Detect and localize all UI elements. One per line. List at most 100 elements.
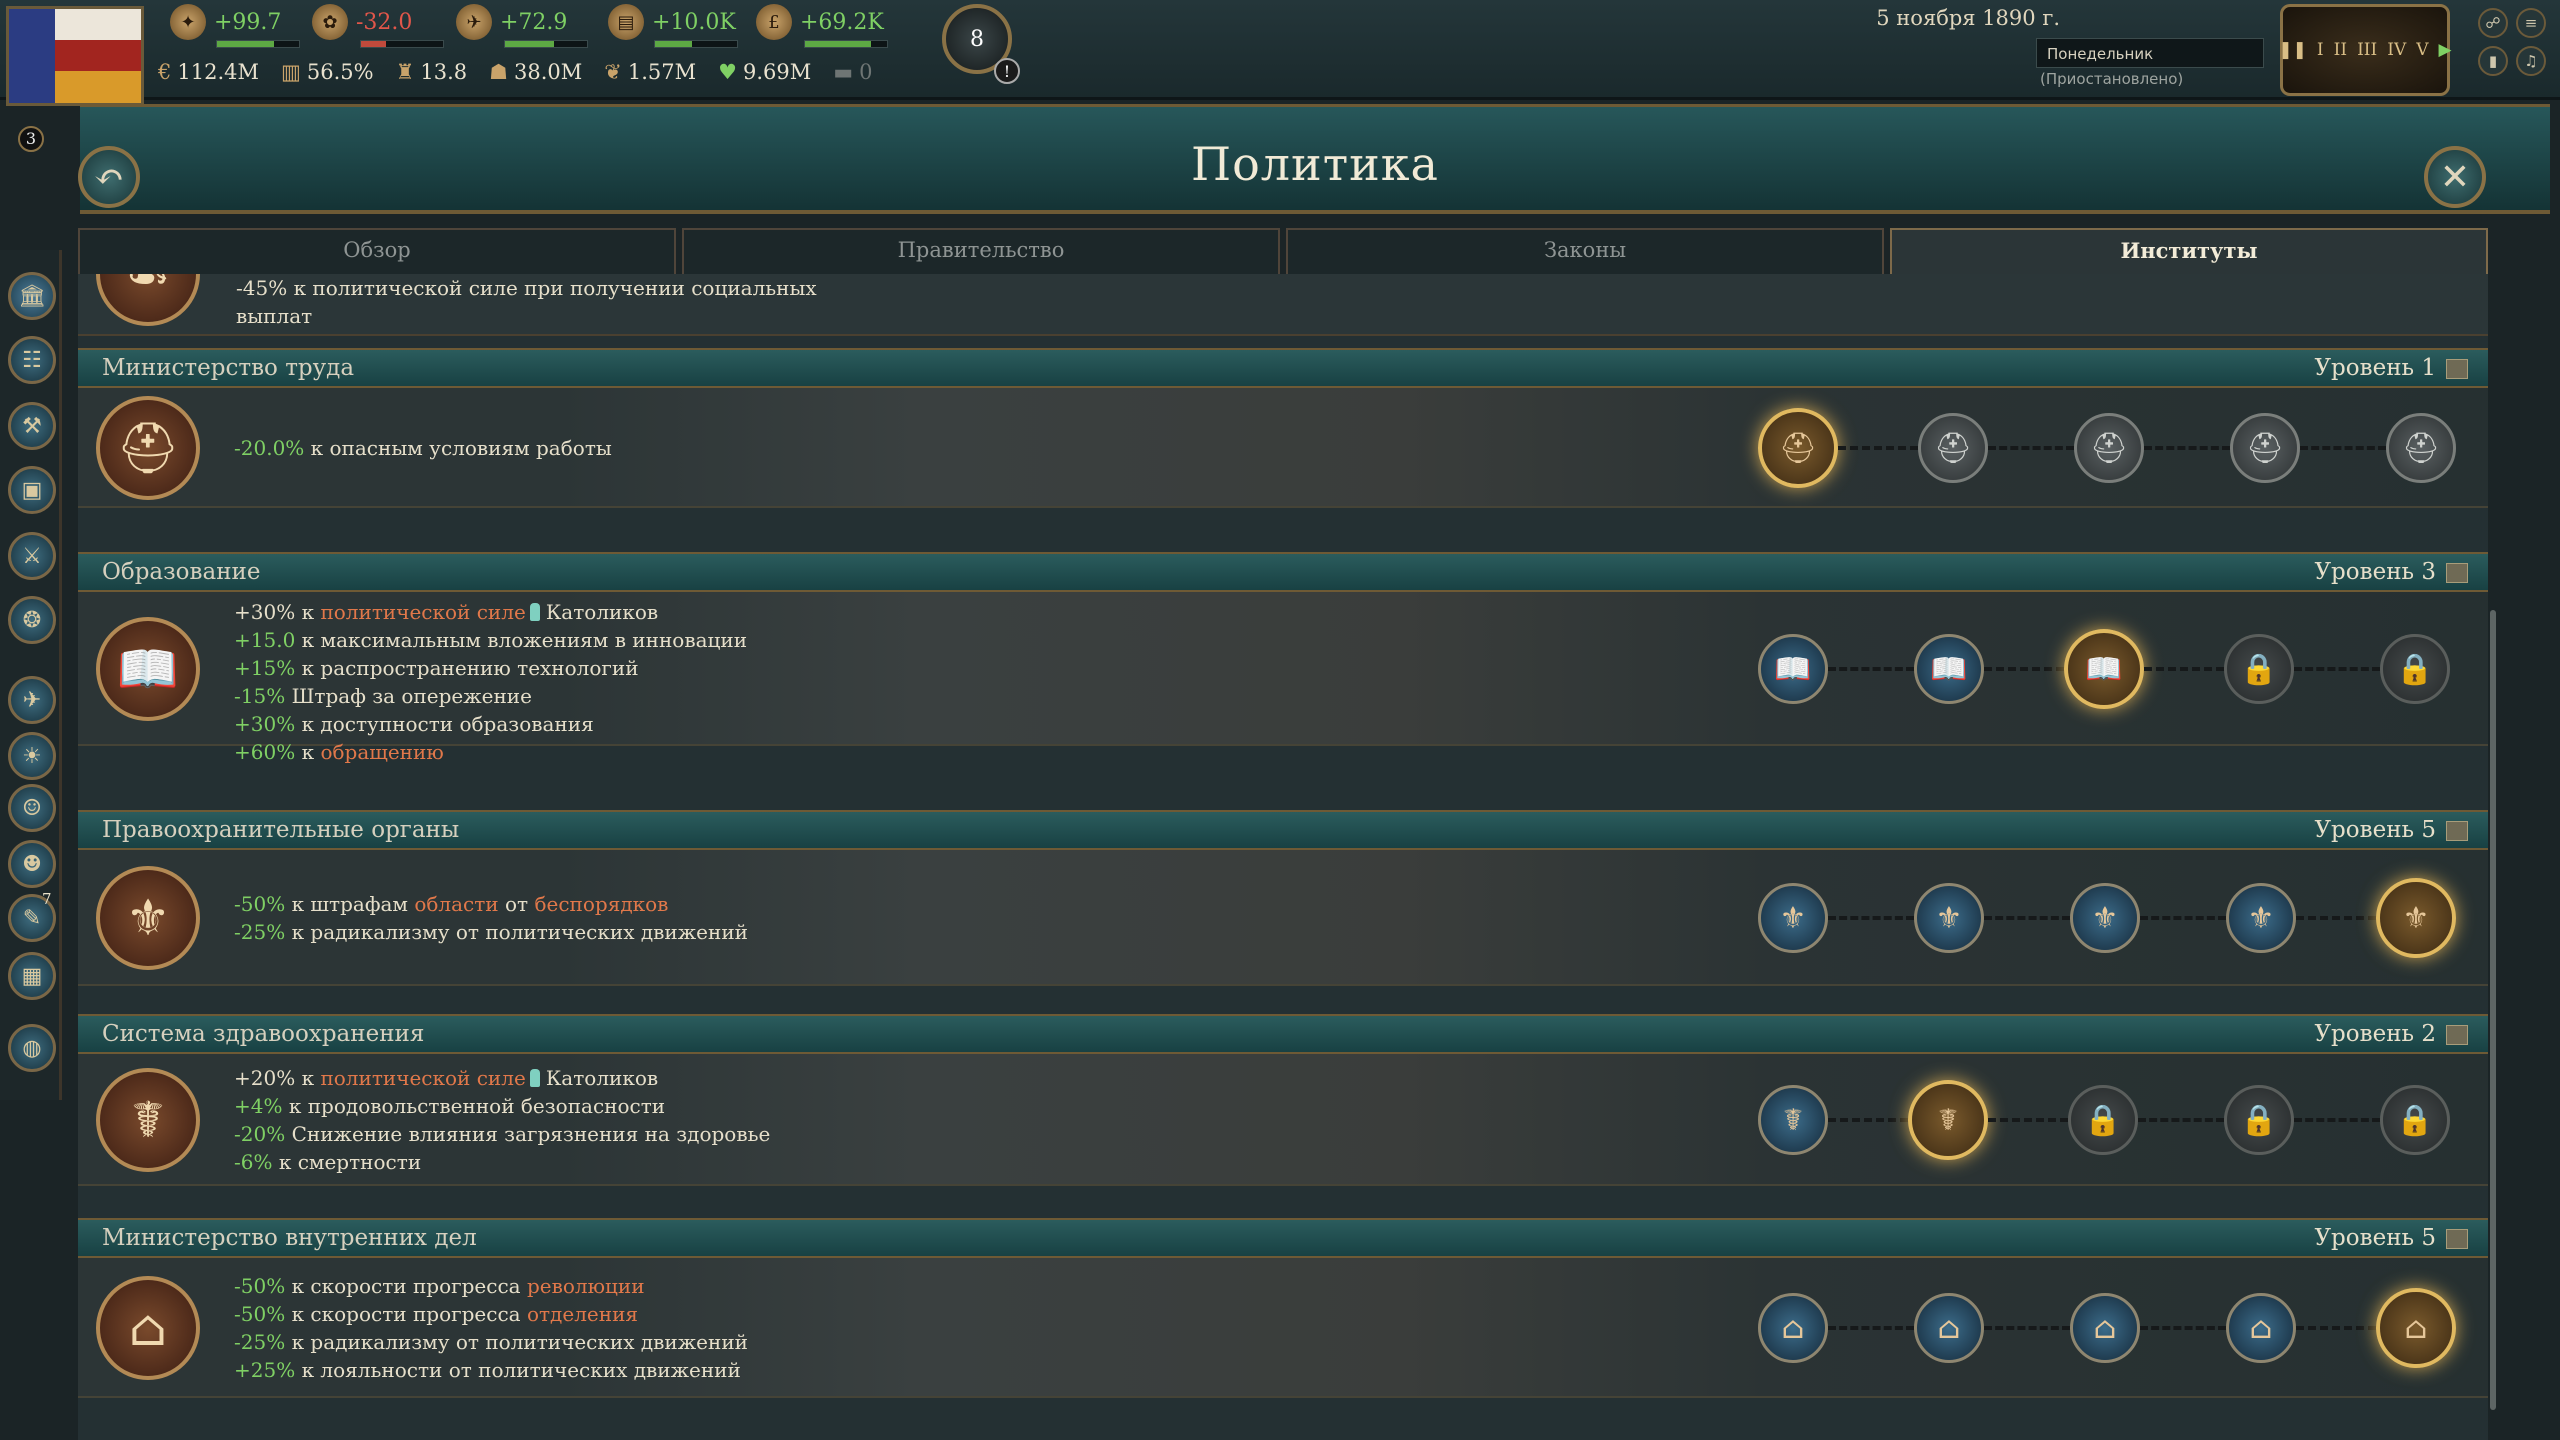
level-button-4[interactable]: ⌂ (2226, 1293, 2296, 1363)
effect-text: +30% (234, 600, 296, 624)
level-button-4[interactable]: ⛑ (2230, 413, 2300, 483)
effect-text: +15.0 (234, 628, 296, 652)
military-icon[interactable]: ⚔ (8, 532, 56, 580)
incorporated-stat[interactable]: ❦ 1.57M (604, 60, 696, 84)
partial-institution-card: ☙ -45% к политической силе при получении… (78, 274, 2488, 336)
level-chart-icon[interactable] (2446, 1025, 2468, 1045)
level-button-1[interactable]: 📖 (1758, 634, 1828, 704)
radicals-stat[interactable]: ▬ 0 (833, 60, 872, 84)
level-chart-icon[interactable] (2446, 359, 2468, 379)
outliner-icon[interactable]: ☍ (2478, 8, 2508, 38)
people-icon[interactable]: ☻ (8, 840, 56, 888)
lock-icon[interactable]: 🔒 (2068, 1085, 2138, 1155)
level-button-5[interactable]: ⌂ (2376, 1288, 2456, 1368)
population-stat[interactable]: ☗ 38.0M (489, 60, 582, 84)
level-button-3[interactable]: ⚜ (2070, 883, 2140, 953)
resource-treasury[interactable]: ▤ +10.0K (608, 4, 736, 40)
politics-icon[interactable]: 🏛 (8, 272, 56, 320)
influence-bar (504, 40, 588, 48)
level-button-2[interactable]: 📖 (1914, 634, 1984, 704)
lock-icon[interactable]: 🔒 (2224, 634, 2294, 704)
level-button-1[interactable]: ⛑ (1758, 408, 1838, 488)
level-button-2[interactable]: ☤ (1908, 1080, 1988, 1160)
level-connector (2144, 667, 2224, 671)
loyalists-stat[interactable]: ♥ 9.69M (718, 60, 811, 84)
effect-text: +60% (234, 740, 296, 764)
country-flag[interactable] (6, 6, 144, 106)
tab-institutions[interactable]: Институты (1890, 228, 2488, 274)
pop-type-icon (529, 603, 540, 621)
close-button[interactable]: ✕ (2424, 146, 2486, 208)
institutions-list[interactable]: ☙ -45% к политической силе при получении… (78, 274, 2488, 1440)
level-button-4[interactable]: ⚜ (2226, 883, 2296, 953)
lock-icon[interactable]: 🔒 (2380, 634, 2450, 704)
tab-overview[interactable]: Обзор (78, 228, 676, 274)
level-connector (2140, 916, 2226, 920)
level-button-2[interactable]: ⚜ (1914, 883, 1984, 953)
literacy-stat[interactable]: ▥ 56.5% (281, 60, 374, 84)
level-button-5[interactable]: ⚜ (2376, 878, 2456, 958)
journal-badge: 7 (42, 890, 52, 908)
effect-text: Католиков (545, 600, 659, 624)
effect-text: от (498, 892, 535, 916)
budget-icon[interactable]: ▦ (8, 952, 56, 1000)
effect-text: к распространению технологий (295, 656, 639, 680)
diplomacy-icon[interactable]: ☷ (8, 336, 56, 384)
resource-bureaucracy[interactable]: ✿ -32.0 (312, 4, 412, 40)
level-track: ⛑ ⛑ ⛑ ⛑ ⛑ (1758, 408, 2456, 488)
game-date: 5 ноября 1890 г. (1876, 6, 2060, 30)
map-globe-icon[interactable]: ◍ (8, 1024, 56, 1072)
speed-control[interactable]: ❚❚ I II III IV V ▶ (2278, 4, 2452, 96)
tab-laws[interactable]: Законы (1286, 228, 1884, 274)
level-button-1[interactable]: ☤ (1758, 1085, 1828, 1155)
institution-body: ⌂ -50% к скорости прогресса революции -50%… (78, 1258, 2488, 1398)
level-button-5[interactable]: ⛑ (2386, 413, 2456, 483)
level-button-3[interactable]: ⌂ (2070, 1293, 2140, 1363)
pause-icon[interactable]: ❚❚ (2278, 40, 2307, 60)
level-chart-icon[interactable] (2446, 821, 2468, 841)
level-button-3[interactable]: 📖 (2064, 629, 2144, 709)
resource-influence[interactable]: ✈ +72.9 (456, 4, 567, 40)
institution-body: ⛑ -20.0% к опасным условиям работы ⛑ ⛑ ⛑ ⛑ ⛑ (78, 388, 2488, 508)
lock-icon[interactable]: 🔒 (2224, 1085, 2294, 1155)
level-chart-icon[interactable] (2446, 1229, 2468, 1249)
level-connector (1988, 1118, 2068, 1122)
literacy-icon: ▥ (281, 60, 301, 84)
scrollbar[interactable] (2490, 610, 2496, 1410)
level-button-2[interactable]: ⌂ (1914, 1293, 1984, 1363)
level-button-2[interactable]: ⛑ (1918, 413, 1988, 483)
effect-line: -6% к смертности (234, 1148, 770, 1176)
industry-icon[interactable]: ⚒ (8, 402, 56, 450)
bureaucracy-bar (360, 40, 444, 48)
lock-icon[interactable]: 🔒 (2380, 1085, 2450, 1155)
effect-line: +25% к лояльности от политических движен… (234, 1356, 748, 1384)
society-icon[interactable]: ❂ (8, 596, 56, 644)
effect-line: +15% к распространению технологий (234, 654, 747, 682)
sol-stat[interactable]: ♜ 13.8 (396, 60, 468, 84)
tab-government[interactable]: Правительство (682, 228, 1280, 274)
weekday-field[interactable]: Понедельник (2036, 38, 2264, 68)
level-chart-icon[interactable] (2446, 563, 2468, 583)
population-icon: ☗ (489, 60, 508, 84)
ledger-icon[interactable]: ▮ (2478, 46, 2508, 76)
market-icon[interactable]: ▣ (8, 466, 56, 514)
effect-text: Штраф за опережение (285, 684, 532, 708)
gdp-stat[interactable]: €112.4M (158, 60, 259, 84)
level-button-3[interactable]: ⛑ (2074, 413, 2144, 483)
panel-header: Политика (80, 104, 2550, 214)
back-button[interactable]: ↶ (78, 146, 140, 208)
level-button-1[interactable]: ⚜ (1758, 883, 1828, 953)
level-button-1[interactable]: ⌂ (1758, 1293, 1828, 1363)
population-side-icon[interactable]: ☺ (8, 784, 56, 832)
music-icon[interactable]: ♫ (2516, 46, 2546, 76)
effect-text: к (295, 1066, 321, 1090)
resource-income[interactable]: £ +69.2K (756, 4, 884, 40)
notifications-button[interactable]: 8 ! (942, 4, 1020, 84)
technology-icon[interactable]: ☀ (8, 732, 56, 780)
play-icon[interactable]: ▶ (2439, 40, 2452, 60)
page-title: Политика (1191, 137, 1439, 191)
resource-authority[interactable]: ✦ +99.7 (170, 4, 281, 40)
dove-icon[interactable]: ✈ (8, 676, 56, 724)
effect-line: -25% к радикализму от политических движе… (234, 918, 748, 946)
menu-icon[interactable]: ≡ (2516, 8, 2546, 38)
